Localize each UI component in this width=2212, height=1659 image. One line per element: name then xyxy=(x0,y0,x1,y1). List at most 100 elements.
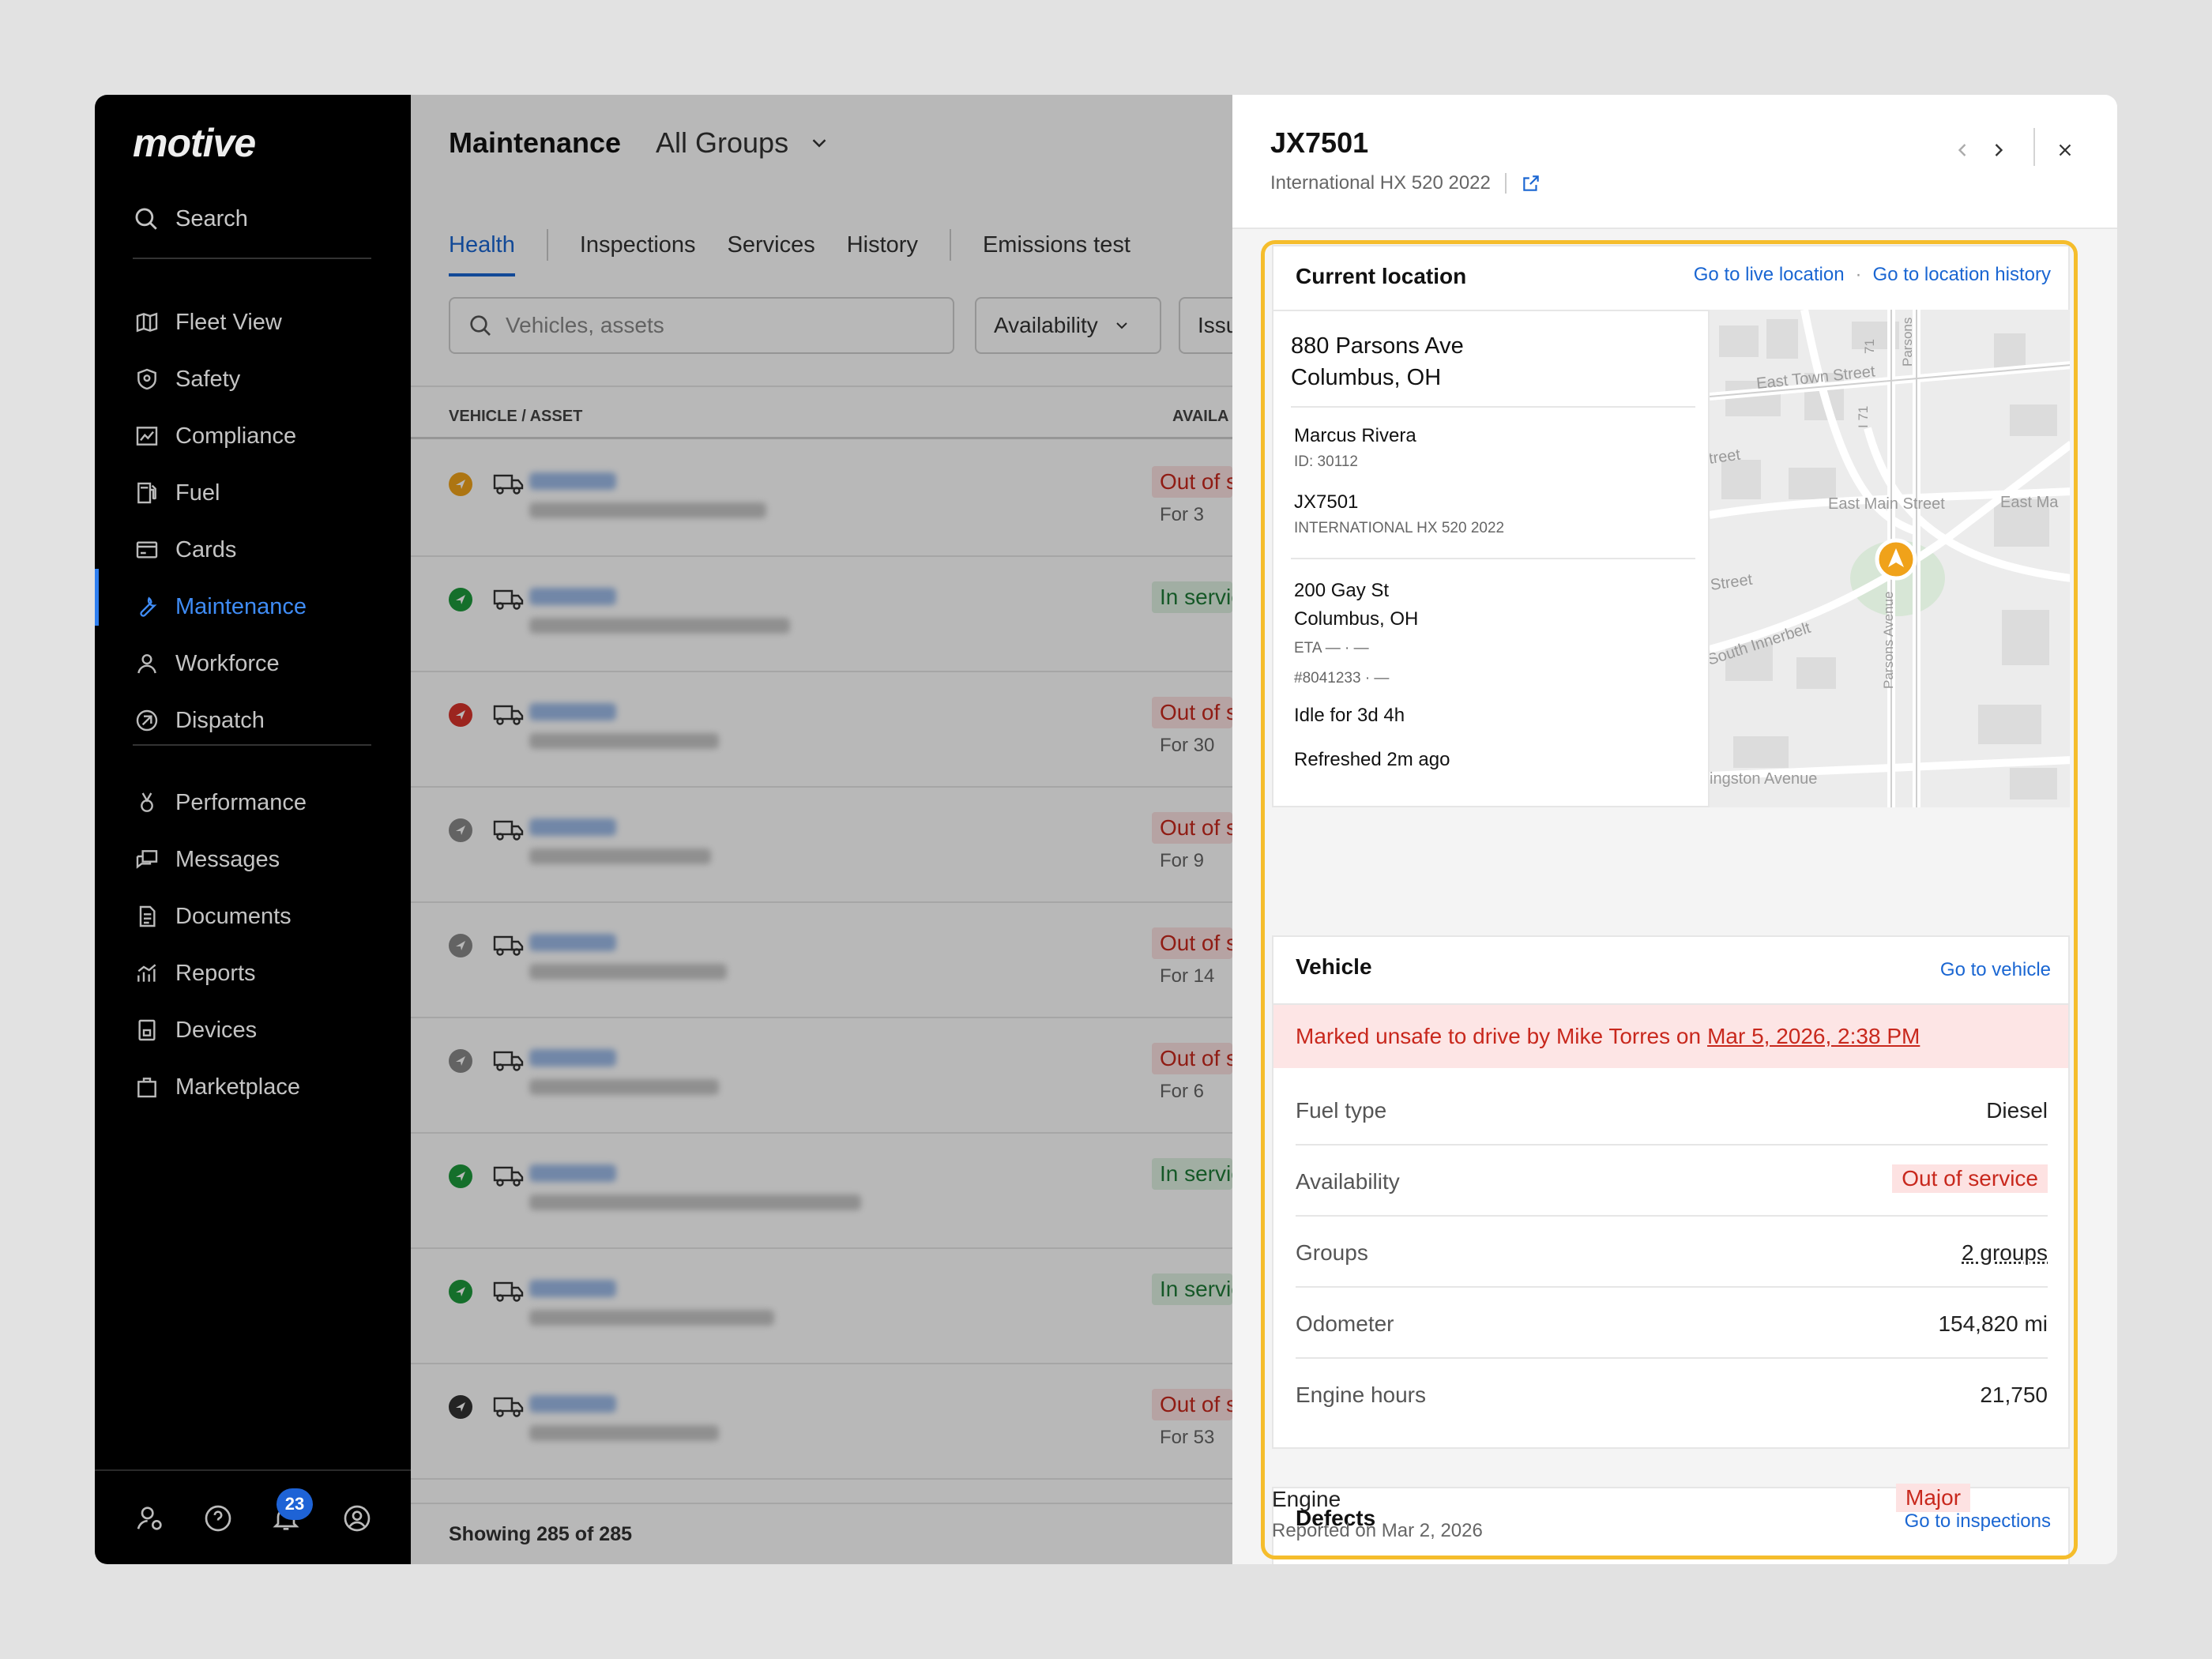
vehicle-search-input[interactable]: Vehicles, assets xyxy=(449,297,954,354)
status-icon xyxy=(449,1280,472,1304)
sidebar-item-performance[interactable]: Performance xyxy=(133,781,401,825)
tab-health[interactable]: Health xyxy=(449,213,515,276)
table-row[interactable]: In service xyxy=(411,1134,1232,1249)
table-row[interactable]: Out of service For 3 xyxy=(411,442,1232,557)
vehicle-name[interactable] xyxy=(529,1395,616,1413)
availability-badge: In service xyxy=(1152,1158,1232,1190)
vehicle-description xyxy=(529,1079,719,1095)
search-icon xyxy=(470,315,491,336)
group-selector[interactable]: All Groups xyxy=(656,126,831,160)
table-row[interactable]: Out of service For 53 xyxy=(411,1365,1232,1480)
status-icon xyxy=(449,588,472,611)
chevron-down-icon xyxy=(812,139,826,148)
sidebar-divider xyxy=(133,744,371,746)
vehicle-detail-panel: JX7501 International HX 520 2022 Current… xyxy=(1232,95,2117,1564)
availability-badge: In service xyxy=(1152,581,1232,613)
column-header-availability[interactable]: AVAILA xyxy=(1172,408,1228,426)
availability-badge: In service xyxy=(1152,1273,1232,1305)
table-row[interactable]: Out of service For 30 xyxy=(411,673,1232,788)
chart-icon xyxy=(133,422,161,450)
sidebar-item-reports[interactable]: Reports xyxy=(133,951,401,995)
tab-services[interactable]: Services xyxy=(728,213,815,276)
truck-icon xyxy=(493,702,525,727)
sidebar-item-label: Marketplace xyxy=(175,1074,300,1100)
chevron-right-icon xyxy=(1995,144,2003,156)
sidebar-item-marketplace[interactable]: Marketplace xyxy=(133,1065,401,1109)
fuel-pump-icon xyxy=(133,479,161,507)
account-icon[interactable] xyxy=(341,1503,373,1534)
sidebar-item-label: Performance xyxy=(175,789,307,815)
table-row[interactable]: Out of service For 6 xyxy=(411,1019,1232,1134)
sidebar-search[interactable]: Search xyxy=(133,199,248,239)
close-icon xyxy=(2059,144,2071,156)
tab-history[interactable]: History xyxy=(847,213,918,276)
search-placeholder: Vehicles, assets xyxy=(506,313,664,337)
truck-icon xyxy=(493,1278,525,1304)
next-button[interactable] xyxy=(1984,136,2013,164)
table-header: VEHICLE / ASSET AVAILA xyxy=(411,386,1232,439)
close-button[interactable] xyxy=(2051,136,2079,164)
highlight-outline xyxy=(1261,240,2078,1559)
vehicle-name[interactable] xyxy=(529,703,616,720)
group-label: All Groups xyxy=(656,126,789,159)
defect-item[interactable]: Engine Reported on Mar 2, 2026 Major xyxy=(1272,1471,2062,1550)
sidebar-item-cards[interactable]: Cards xyxy=(133,528,401,572)
sidebar-item-label: Compliance xyxy=(175,423,297,449)
table-row[interactable]: Out of service For 9 xyxy=(411,788,1232,903)
table-footer: Showing 285 of 285 xyxy=(411,1503,1232,1564)
vehicle-name[interactable] xyxy=(529,1049,616,1066)
sidebar-item-fuel[interactable]: Fuel xyxy=(133,471,401,515)
user-settings-icon[interactable] xyxy=(134,1503,166,1534)
vehicle-name[interactable] xyxy=(529,1164,616,1182)
sidebar-item-maintenance[interactable]: Maintenance xyxy=(133,585,401,629)
sidebar-item-documents[interactable]: Documents xyxy=(133,894,401,939)
status-icon xyxy=(449,703,472,727)
table-row[interactable]: In service xyxy=(411,1250,1232,1364)
table-row[interactable]: In service xyxy=(411,558,1232,672)
vehicle-name[interactable] xyxy=(529,1280,616,1297)
tab-inspections[interactable]: Inspections xyxy=(580,213,696,276)
severity-badge: Major xyxy=(1896,1484,1971,1512)
vehicle-description xyxy=(529,848,711,864)
vehicle-name[interactable] xyxy=(529,472,616,490)
help-icon[interactable] xyxy=(202,1503,234,1534)
previous-button[interactable] xyxy=(1948,136,1977,164)
vehicle-name[interactable] xyxy=(529,818,616,836)
sidebar-item-label: Workforce xyxy=(175,650,280,676)
table-row[interactable]: Out of service For 14 xyxy=(411,904,1232,1018)
reports-icon xyxy=(133,959,161,988)
maintenance-page: Maintenance All Groups Health Inspection… xyxy=(411,95,1273,1564)
vehicle-description xyxy=(529,1310,774,1326)
vehicle-name[interactable] xyxy=(529,934,616,951)
bag-icon xyxy=(133,1073,161,1101)
sidebar-item-devices[interactable]: Devices xyxy=(133,1008,401,1052)
sidebar-item-label: Documents xyxy=(175,903,292,929)
sidebar-item-label: Fleet View xyxy=(175,309,282,335)
sidebar-item-safety[interactable]: Safety xyxy=(133,357,401,401)
header-divider xyxy=(2033,128,2035,166)
sidebar-item-compliance[interactable]: Compliance xyxy=(133,414,401,458)
motive-logo[interactable]: motive xyxy=(133,120,256,166)
defect-name: Engine xyxy=(1272,1487,1341,1511)
availability-duration: For 3 xyxy=(1160,504,1205,525)
map-icon xyxy=(133,308,161,337)
sidebar-item-fleet-view[interactable]: Fleet View xyxy=(133,300,401,344)
column-header-vehicle[interactable]: VEHICLE / ASSET xyxy=(449,408,582,426)
sidebar-item-messages[interactable]: Messages xyxy=(133,837,401,882)
availability-badge: Out of service xyxy=(1152,1389,1232,1420)
sidebar-item-dispatch[interactable]: Dispatch xyxy=(133,698,401,743)
vehicle-name[interactable] xyxy=(529,588,616,605)
vehicle-description xyxy=(529,964,727,980)
sidebar-item-workforce[interactable]: Workforce xyxy=(133,641,401,686)
external-link-icon[interactable] xyxy=(1521,173,1541,194)
wrench-icon xyxy=(133,592,161,621)
availability-filter[interactable]: Availability xyxy=(975,297,1161,354)
truck-icon xyxy=(493,932,525,957)
app-window: motive Search Fleet View Safety Complian… xyxy=(95,95,2117,1564)
truck-icon xyxy=(493,1048,525,1073)
availability-duration: For 30 xyxy=(1160,735,1215,756)
tab-emissions-test[interactable]: Emissions test xyxy=(983,213,1130,276)
page-title: Maintenance xyxy=(449,126,622,159)
status-icon xyxy=(449,472,472,496)
vehicle-description xyxy=(529,502,766,518)
